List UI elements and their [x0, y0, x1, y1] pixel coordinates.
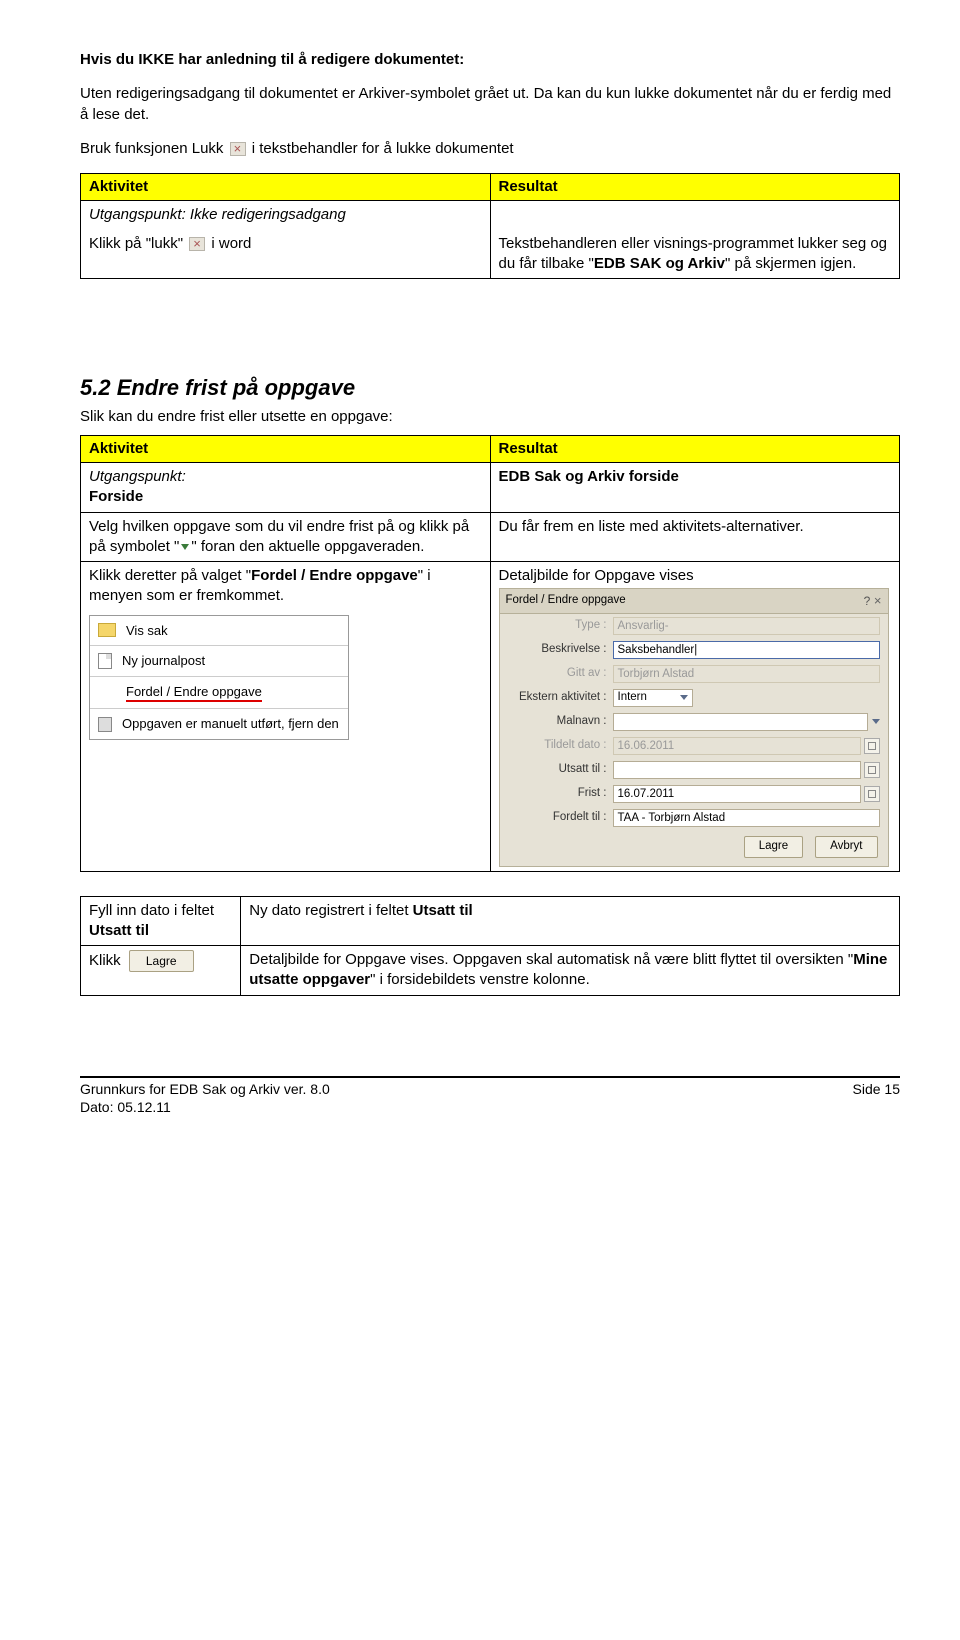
cell-fyll-inn: Fyll inn dato i feltet Utsatt til [81, 896, 241, 946]
footer-date: Dato: 05.12.11 [80, 1098, 330, 1117]
table-lagre: Fyll inn dato i feltet Utsatt til Ny dat… [80, 896, 900, 996]
label-gitt-av: Gitt av : [508, 666, 613, 682]
cell-detalj-2: Detaljbilde for Oppgave vises. Oppgaven … [241, 946, 900, 996]
dialog-title: Fordel / Endre oppgave [506, 593, 626, 609]
input-beskrivelse[interactable]: Saksbehandler| [613, 641, 880, 659]
calendar-icon [864, 738, 880, 754]
close-icon [189, 237, 205, 251]
input-gitt-av: Torbjørn Alstad [613, 665, 880, 683]
lagre-button[interactable]: Lagre [744, 836, 803, 858]
th-resultat: Resultat [490, 435, 900, 462]
dialog-fordel-oppgave: Fordel / Endre oppgave ? Type : Ansvarli… [499, 588, 889, 866]
cell-detaljbilde: Detaljbilde for Oppgave vises Fordel / E… [490, 562, 900, 871]
cell-result-1: Tekstbehandleren eller visnings-programm… [490, 230, 900, 279]
footer-page: Side 15 [853, 1080, 900, 1118]
input-tildelt: 16.06.2011 [613, 737, 861, 755]
page-title: Hvis du IKKE har anledning til å rediger… [80, 50, 900, 70]
label-fordelt: Fordelt til : [508, 810, 613, 826]
trash-icon [98, 717, 112, 732]
input-utsatt[interactable] [613, 761, 861, 779]
cell-velg-r: Du får frem en liste med aktivitets-alte… [490, 512, 900, 562]
cell-klikk-lukk: Klikk på "lukk" i word [81, 230, 491, 279]
select-ekstern[interactable]: Intern [613, 689, 693, 707]
section-intro: Slik kan du endre frist eller utsette en… [80, 407, 900, 427]
bruk-line: Bruk funksjonen Lukk i tekstbehandler fo… [80, 139, 900, 159]
label-beskrivelse: Beskrivelse : [508, 642, 613, 658]
calendar-icon[interactable] [864, 762, 880, 778]
menu-item-fordel[interactable]: Fordel / Endre oppgave [90, 677, 348, 710]
calendar-icon[interactable] [864, 786, 880, 802]
label-type: Type : [508, 618, 613, 634]
help-close-icons[interactable]: ? [864, 592, 882, 610]
label-malnavn: Malnavn : [508, 714, 613, 730]
footer-title: Grunnkurs for EDB Sak og Arkiv ver. 8.0 [80, 1080, 330, 1099]
label-utsatt: Utsatt til : [508, 762, 613, 778]
input-type: Ansvarlig- [613, 617, 880, 635]
close-icon [230, 142, 246, 156]
th-aktivitet: Aktivitet [81, 435, 491, 462]
cell-velg-oppgave: Velg hvilken oppgave som du vil endre fr… [81, 512, 491, 562]
cell-fyll-r: Ny dato registrert i feltet Utsatt til [241, 896, 900, 946]
cell-utgangspunkt-2: Utgangspunkt: Forside [81, 463, 491, 513]
label-tildelt: Tildelt dato : [508, 738, 613, 754]
context-menu: Vis sak Ny journalpost Fordel / Endre op… [89, 615, 349, 740]
input-malnavn[interactable] [613, 713, 868, 731]
cell-klikk-lagre: Klikk Lagre [81, 946, 241, 996]
cell-utgangspunkt: Utgangspunkt: Ikke redigeringsadgang [81, 201, 491, 230]
th-resultat: Resultat [490, 174, 900, 201]
label-frist: Frist : [508, 786, 613, 802]
avbryt-button[interactable]: Avbryt [815, 836, 877, 858]
menu-item-ny-journalpost[interactable]: Ny journalpost [90, 646, 348, 677]
lagre-button-inline[interactable]: Lagre [129, 950, 194, 972]
cell-klikk-fordel: Klikk deretter på valget "Fordel / Endre… [81, 562, 491, 871]
chevron-down-icon[interactable] [872, 719, 880, 724]
menu-item-utfort[interactable]: Oppgaven er manuelt utført, fjern den [90, 709, 348, 739]
chevron-down-icon [680, 695, 688, 700]
cell-forside-r: EDB Sak og Arkiv forside [490, 463, 900, 513]
document-icon [98, 653, 112, 669]
section-heading-52: 5.2 Endre frist på oppgave [80, 373, 900, 403]
input-frist[interactable]: 16.07.2011 [613, 785, 861, 803]
th-aktivitet: Aktivitet [81, 174, 491, 201]
label-ekstern: Ekstern aktivitet : [508, 690, 613, 706]
table-close-doc: Aktivitet Resultat Utgangspunkt: Ikke re… [80, 173, 900, 279]
input-fordelt[interactable]: TAA - Torbjørn Alstad [613, 809, 880, 827]
intro-paragraph: Uten redigeringsadgang til dokumentet er… [80, 84, 900, 125]
folder-icon [98, 623, 116, 637]
table-endre-frist: Aktivitet Resultat Utgangspunkt: Forside… [80, 435, 900, 872]
page-footer: Grunnkurs for EDB Sak og Arkiv ver. 8.0 … [80, 1076, 900, 1118]
chevron-down-icon [181, 544, 189, 550]
menu-item-vis-sak[interactable]: Vis sak [90, 616, 348, 647]
